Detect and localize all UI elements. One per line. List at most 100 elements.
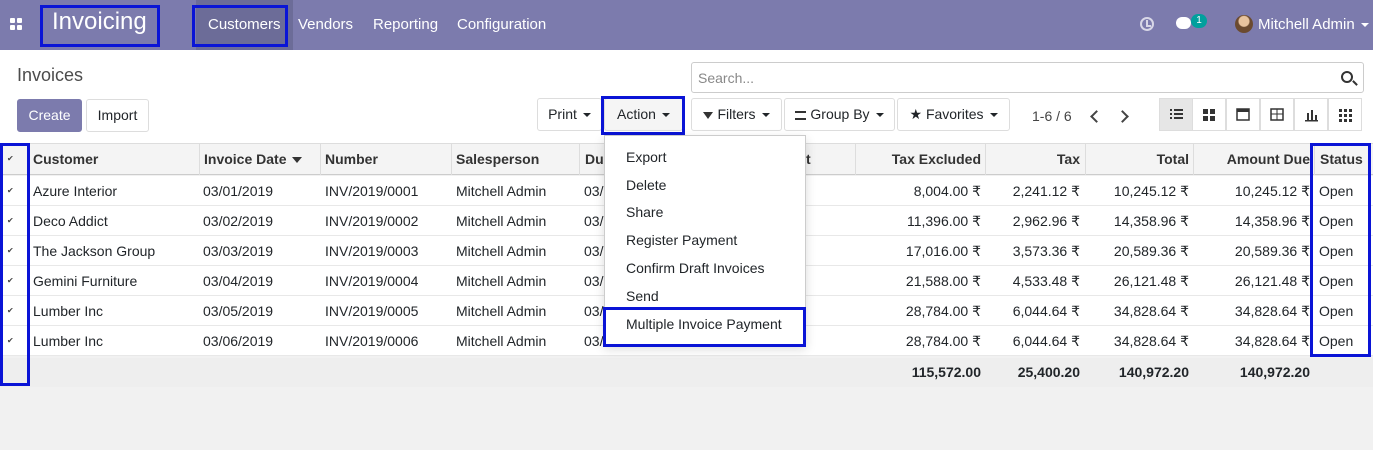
cell-tax-excluded: 28,784.00 ₹ [905,333,981,349]
cell-tax-excluded: 21,588.00 ₹ [905,273,981,289]
cell-tax: 6,044.64 ₹ [1012,333,1080,349]
cell-tax-excluded: 8,004.00 ₹ [913,183,981,199]
list-view-icon[interactable] [1159,98,1193,131]
sort-desc-icon [292,157,303,164]
column-header-tax[interactable]: Tax [986,151,1080,167]
menu-reporting[interactable]: Reporting [373,16,438,33]
column-header-tax-excluded[interactable]: Tax Excluded [856,151,981,167]
table-totals-row: 115,572.00 25,400.20 140,972.20 140,972.… [0,358,1373,387]
groupby-label: Group By [810,106,870,122]
cell-number: INV/2019/0001 [325,183,419,199]
cell-customer: Deco Addict [33,213,108,229]
cell-due-date: 03/ [584,303,604,319]
cell-due-date: 03/ [584,273,604,289]
calendar-view-icon[interactable] [1226,98,1260,131]
highlight-box-multiple-payment [603,307,806,347]
cell-salesperson: Mitchell Admin [456,273,547,289]
filter-icon [703,111,714,119]
cell-tax: 6,044.64 ₹ [1012,303,1080,319]
groupby-button[interactable]: Group By [784,98,895,131]
cell-salesperson: Mitchell Admin [456,333,547,349]
menu-item-share[interactable]: Share [626,204,663,220]
column-header-number[interactable]: Number [325,151,378,167]
print-label: Print [548,106,577,122]
kanban-view-icon[interactable] [1192,98,1226,131]
menu-item-export[interactable]: Export [626,149,666,165]
column-header-due[interactable]: Du [585,151,604,167]
filters-label: Filters [717,106,756,122]
cell-salesperson: Mitchell Admin [456,303,547,319]
menu-item-confirm-draft[interactable]: Confirm Draft Invoices [626,260,764,276]
cell-invoice-date: 03/04/2019 [203,273,274,289]
create-button[interactable]: Create [17,99,82,132]
column-header-salesperson[interactable]: Salesperson [456,151,539,167]
cell-due-date: 03/ [584,243,604,259]
favorites-button[interactable]: ★ Favorites [897,98,1010,131]
chat-icon[interactable] [1176,17,1191,29]
column-divider [199,144,200,175]
chevron-down-icon [761,113,770,118]
menu-item-send[interactable]: Send [626,288,659,304]
chevron-down-icon [582,113,591,118]
cell-invoice-date: 03/03/2019 [203,243,274,259]
breadcrumb[interactable]: Invoices [17,65,83,86]
cell-total: 10,245.12 ₹ [1113,183,1189,199]
chevron-down-icon [989,113,998,118]
total-tax: 25,400.20 [1017,364,1080,380]
cell-customer: Azure Interior [33,183,118,199]
graph-view-icon[interactable] [1294,98,1328,131]
user-menu[interactable]: Mitchell Admin [1258,16,1369,33]
star-icon: ★ [909,106,923,122]
menu-item-delete[interactable]: Delete [626,177,666,193]
cell-tax: 3,573.36 ₹ [1012,243,1080,259]
cell-number: INV/2019/0005 [325,303,419,319]
invoice-date-label: Invoice Date [204,151,287,167]
cell-number: INV/2019/0004 [325,273,419,289]
highlight-box-status-column [1310,143,1371,357]
cell-number: INV/2019/0002 [325,213,419,229]
activity-clock-icon[interactable] [1140,17,1154,31]
total-tax-excluded: 115,572.00 [911,364,981,380]
grid-view-icon[interactable] [1328,98,1362,131]
avatar[interactable] [1235,15,1253,33]
column-header-invoice-date[interactable]: Invoice Date [204,151,303,167]
chevron-right-icon[interactable] [1116,110,1129,123]
column-divider [579,144,580,175]
print-button[interactable]: Print [537,98,602,131]
favorites-label: Favorites [925,106,984,122]
pivot-view-icon[interactable] [1260,98,1294,131]
cell-amount-due: 26,121.48 ₹ [1234,273,1310,289]
cell-salesperson: Mitchell Admin [456,213,547,229]
menu-configuration[interactable]: Configuration [457,16,546,33]
search-input[interactable] [692,63,1332,92]
column-header-total[interactable]: Total [1086,151,1189,167]
filters-button[interactable]: Filters [691,98,782,131]
import-button[interactable]: Import [86,99,149,132]
cell-amount-due: 14,358.96 ₹ [1234,213,1310,229]
menu-vendors[interactable]: Vendors [298,16,353,33]
cell-amount-due: 34,828.64 ₹ [1234,303,1310,319]
cell-tax: 2,962.96 ₹ [1012,213,1080,229]
cell-total: 34,828.64 ₹ [1113,333,1189,349]
cell-customer: Gemini Furniture [33,273,138,289]
apps-menu-icon[interactable] [10,18,24,32]
menu-item-register-payment[interactable]: Register Payment [626,232,737,248]
search-icon[interactable] [1341,71,1353,83]
cell-due-date: 03/ [584,333,604,349]
control-panel: Invoices Create Import Print Action Filt… [0,50,1373,144]
cell-total: 26,121.48 ₹ [1113,273,1189,289]
column-divider [320,144,321,175]
cell-customer: The Jackson Group [33,243,156,259]
cell-invoice-date: 03/02/2019 [203,213,274,229]
column-header-partial[interactable]: t [806,151,811,167]
pager-value[interactable]: 1-6 / 6 [1032,108,1072,124]
cell-amount-due: 10,245.12 ₹ [1234,183,1310,199]
chevron-left-icon[interactable] [1090,110,1103,123]
cell-tax-excluded: 11,396.00 ₹ [906,213,981,229]
cell-tax: 2,241.12 ₹ [1012,183,1080,199]
column-header-amount-due[interactable]: Amount Due [1194,151,1310,167]
cell-total: 14,358.96 ₹ [1113,213,1189,229]
column-header-customer[interactable]: Customer [33,151,98,167]
cell-number: INV/2019/0006 [325,333,419,349]
cell-customer: Lumber Inc [33,333,104,349]
